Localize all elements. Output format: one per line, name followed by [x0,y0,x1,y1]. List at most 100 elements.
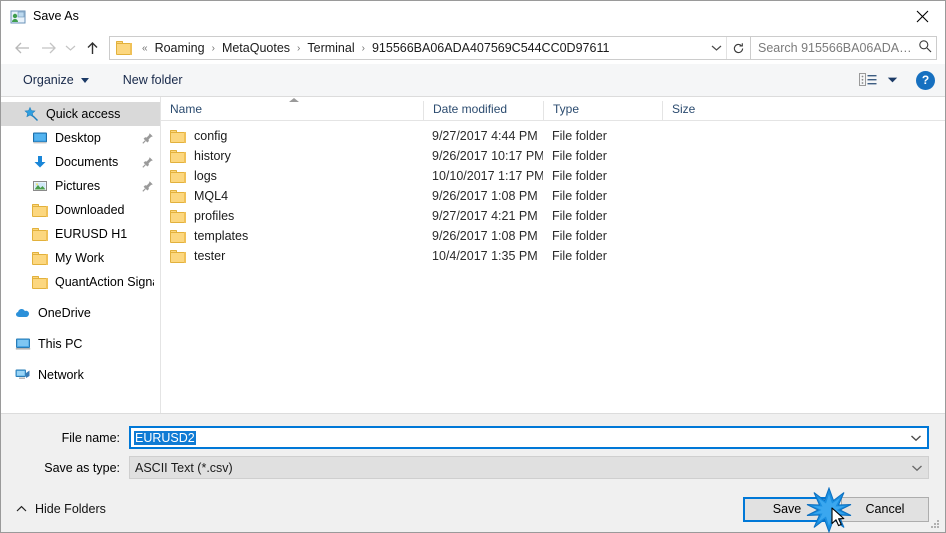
column-headers: Name Date modified Type Size [161,97,945,121]
sidebar-item-onedrive[interactable]: OneDrive [1,301,160,325]
file-date-cell: 9/27/2017 4:21 PM [432,209,538,223]
new-folder-button[interactable]: New folder [117,70,189,90]
folder-icon [32,274,48,290]
sidebar-item-quantaction-signal[interactable]: QuantAction Signal [1,270,160,294]
cancel-button[interactable]: Cancel [841,496,929,522]
sidebar-item-quick-access[interactable]: Quick access [1,102,160,126]
help-icon[interactable]: ? [916,70,935,90]
file-type-cell: File folder [552,229,607,243]
search-input[interactable]: Search 915566BA06ADA40756... [751,36,937,60]
column-header-name[interactable]: Name [161,101,423,120]
pin-icon[interactable] [142,180,154,192]
table-row[interactable]: MQL4 9/26/2017 1:08 PM File folder [161,186,945,206]
sidebar-item-label: Pictures [55,179,101,193]
view-dropdown-icon[interactable] [887,71,898,89]
help-label: ? [921,73,930,87]
chevron-down-icon[interactable] [61,35,79,61]
file-name-cell: MQL4 [161,189,423,203]
save-as-type-select[interactable]: ASCII Text (*.csv) [129,456,929,479]
breadcrumb-item-2[interactable]: Terminal [305,41,356,55]
save-as-type-row: Save as type: ASCII Text (*.csv) [1,456,945,479]
arrow-right-icon[interactable] [35,35,61,61]
sidebar-item-label: My Work [55,251,105,265]
folder-icon [170,249,186,263]
pin-icon[interactable] [142,156,154,168]
chevron-down-icon[interactable] [706,37,726,59]
search-icon[interactable] [918,39,932,58]
search-placeholder: Search 915566BA06ADA40756... [758,41,918,55]
file-name-label: history [194,149,231,163]
folder-icon [170,209,186,223]
column-header-type[interactable]: Type [543,101,662,120]
address-bar[interactable]: « Roaming › MetaQuotes › Terminal › 9155… [109,36,751,60]
breadcrumb-separator: › [361,42,365,54]
save-button[interactable]: Save [743,496,831,522]
table-row[interactable]: config 9/27/2017 4:44 PM File folder [161,126,945,146]
organize-button[interactable]: Organize [17,70,95,90]
breadcrumb-item-3[interactable]: 915566BA06ADA407569C544CC0D97611 [370,41,611,55]
view-mode-icon[interactable] [859,72,879,88]
file-date-cell: 9/27/2017 4:44 PM [432,129,538,143]
breadcrumb-item-1[interactable]: MetaQuotes [220,41,292,55]
breadcrumb-item-0[interactable]: Roaming [153,41,207,55]
folder-icon [170,229,186,243]
sidebar-item-my-work[interactable]: My Work [1,246,160,270]
file-name-cell: logs [161,169,423,183]
file-name-label: config [194,129,228,143]
network-icon [15,367,31,383]
close-icon[interactable] [899,1,945,32]
new-folder-label: New folder [122,73,183,87]
column-header-date-modified[interactable]: Date modified [423,101,543,120]
sidebar-item-label: QuantAction Signal [55,275,154,289]
chevron-down-icon[interactable] [906,457,928,478]
folder-icon [32,226,48,242]
hide-folders-label: Hide Folders [35,502,106,516]
table-row[interactable]: templates 9/26/2017 1:08 PM File folder [161,226,945,246]
sidebar-item-this-pc[interactable]: This PC [1,332,160,356]
toolbar-right-group: ? [859,70,935,90]
table-row[interactable]: tester 10/4/2017 1:35 PM File folder [161,246,945,266]
folder-icon [32,202,48,218]
breadcrumb-overflow[interactable]: « [137,43,153,54]
save-as-dialog: Save As « Roaming › MetaQuotes › Termina… [0,0,946,533]
table-row[interactable]: history 9/26/2017 10:17 PM File folder [161,146,945,166]
sidebar-item-downloaded[interactable]: Downloaded [1,198,160,222]
table-row[interactable]: logs 10/10/2017 1:17 PM File folder [161,166,945,186]
arrow-up-icon[interactable] [79,35,105,61]
file-type-cell: File folder [552,129,607,143]
arrow-left-icon[interactable] [9,35,35,61]
sidebar-item-label: Network [38,368,84,382]
table-row[interactable]: profiles 9/27/2017 4:21 PM File folder [161,206,945,226]
sidebar-item-eurusd-h1[interactable]: EURUSD H1 [1,222,160,246]
folder-icon [170,149,186,163]
refresh-icon[interactable] [726,37,750,59]
sidebar-item-network[interactable]: Network [1,363,160,387]
sidebar-item-label: This PC [38,337,83,351]
hide-folders-button[interactable]: Hide Folders [10,498,112,520]
sidebar-item-label: EURUSD H1 [55,227,128,241]
save-form: File name: EURUSD2 Save as type: ASCII T… [1,414,945,486]
resize-grip-icon[interactable] [929,517,941,529]
chevron-down-icon [80,77,89,83]
column-header-size[interactable]: Size [662,101,742,120]
sidebar-item-desktop[interactable]: Desktop [1,126,160,150]
sidebar-item-label: Documents [55,155,119,169]
chevron-down-icon[interactable] [905,428,927,447]
file-rows: config 9/27/2017 4:44 PM File folder his… [161,121,945,413]
file-name-value: EURUSD2 [131,430,905,445]
folder-icon [170,169,186,183]
breadcrumb-separator: › [211,42,215,54]
sidebar-item-label: OneDrive [38,306,91,320]
pin-icon[interactable] [142,132,154,144]
file-name-label: profiles [194,209,235,223]
sidebar-item-documents[interactable]: Documents [1,150,160,174]
file-date-cell: 10/4/2017 1:35 PM [432,249,538,263]
onedrive-icon [15,305,31,321]
pictures-icon [32,178,48,194]
folder-icon [32,250,48,266]
save-as-type-label: Save as type: [44,460,120,475]
file-list: Name Date modified Type Size config 9/27… [161,97,945,413]
file-name-input[interactable]: EURUSD2 [129,426,929,449]
sidebar-item-pictures[interactable]: Pictures [1,174,160,198]
file-name-cell: tester [161,249,423,263]
